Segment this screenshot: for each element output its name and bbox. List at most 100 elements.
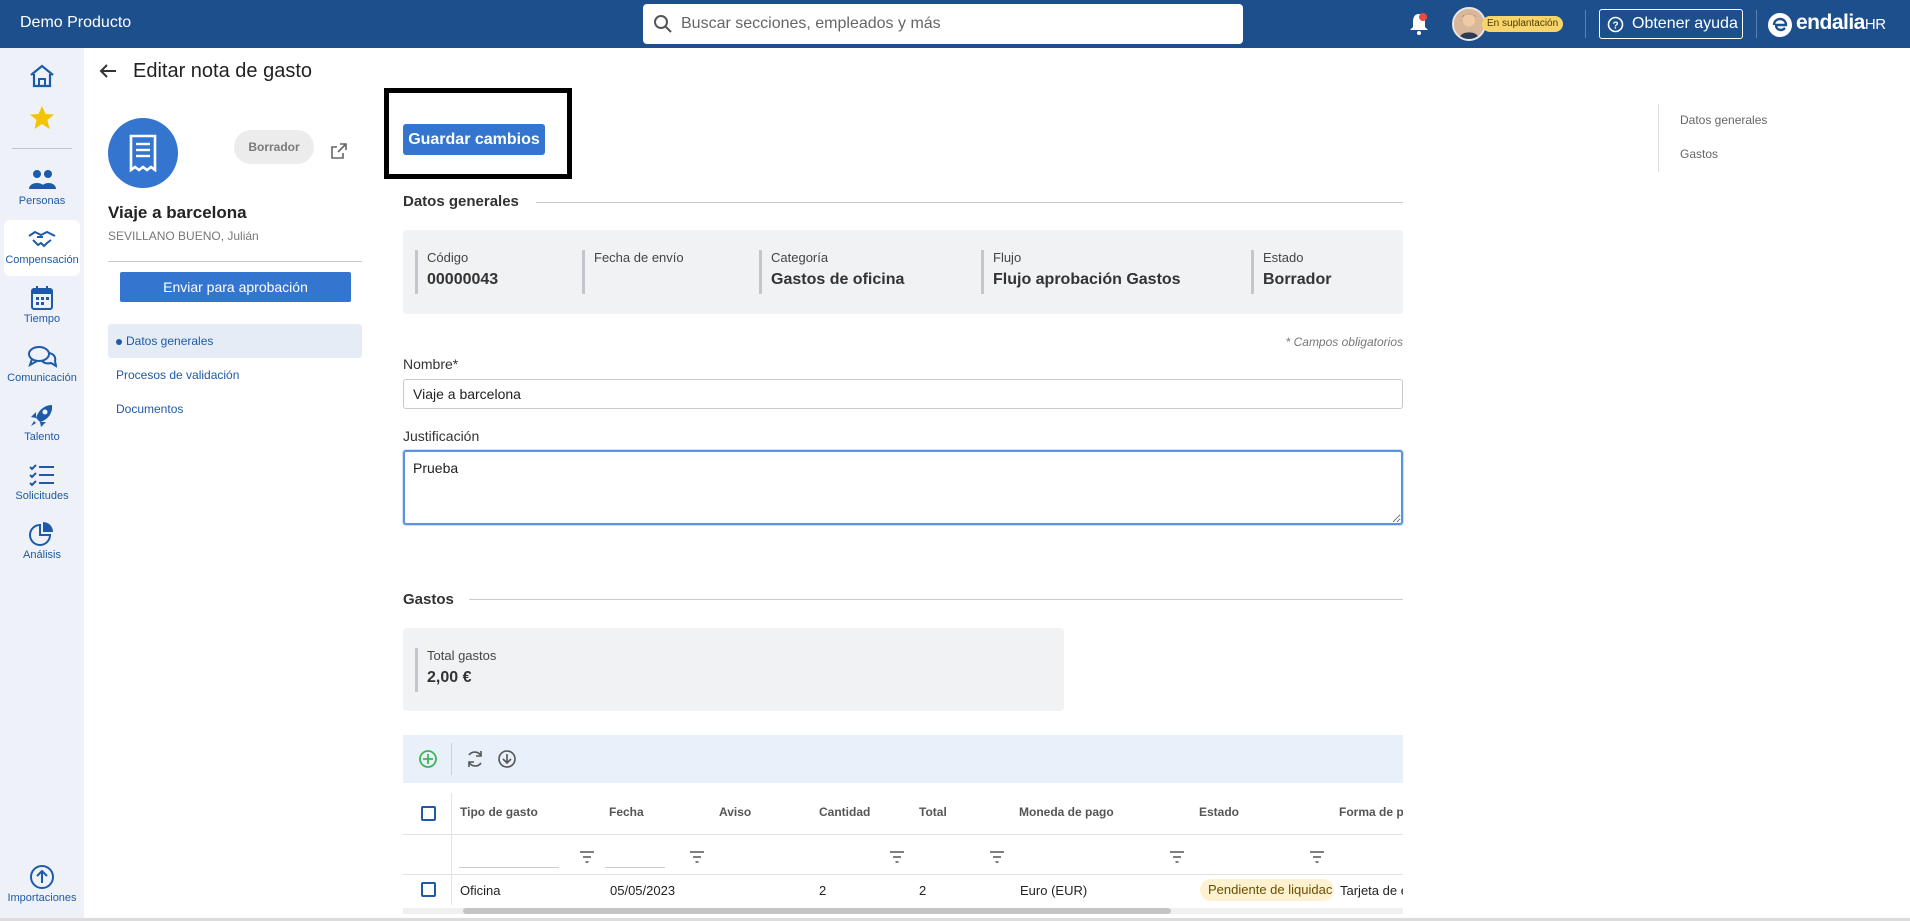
- brand-suffix: HR: [1864, 16, 1886, 33]
- search-input[interactable]: [681, 4, 1231, 44]
- external-link-icon[interactable]: [330, 142, 348, 160]
- toc-item-gastos[interactable]: Gastos: [1680, 147, 1718, 161]
- justification-label: Justificación: [403, 428, 480, 444]
- app-name[interactable]: Demo Producto: [20, 14, 131, 32]
- global-search[interactable]: [643, 4, 1243, 44]
- row-checkbox[interactable]: [421, 882, 436, 897]
- scrollbar-thumb[interactable]: [463, 908, 1171, 914]
- filter-icon[interactable]: [990, 851, 1004, 863]
- page-title: Editar nota de gasto: [133, 60, 313, 82]
- nav-label-personas: Personas: [18, 195, 66, 207]
- table-row[interactable]: Oficina 05/05/2023 2 2 Euro (EUR) Pendie…: [403, 875, 1403, 905]
- upload-icon: [30, 865, 54, 889]
- col-header-aviso[interactable]: Aviso: [719, 805, 751, 819]
- col-header-estado[interactable]: Estado: [1199, 805, 1239, 819]
- info-label: Fecha de envío: [594, 250, 684, 265]
- info-label: Código: [427, 250, 469, 265]
- justification-field[interactable]: Prueba: [403, 450, 1403, 525]
- search-icon: [654, 15, 672, 33]
- filter-icon[interactable]: [580, 851, 594, 863]
- help-button[interactable]: ? Obtener ayuda: [1599, 9, 1743, 39]
- col-header-tipo[interactable]: Tipo de gasto: [460, 805, 538, 819]
- nav-importaciones[interactable]: Importaciones: [4, 858, 80, 914]
- back-arrow-icon[interactable]: [98, 61, 118, 81]
- help-icon: ?: [1607, 16, 1624, 33]
- nav-analisis[interactable]: Análisis: [4, 515, 80, 571]
- active-dot: [116, 338, 122, 345]
- help-label: Obtener ayuda: [1632, 15, 1738, 32]
- section-divider: [536, 202, 1403, 203]
- grid-filter-row: [403, 835, 1403, 875]
- user-menu[interactable]: En suplantación: [1452, 7, 1566, 41]
- info-value: Flujo aprobación Gastos: [993, 271, 1181, 288]
- info-codigo: Código 00000043: [415, 250, 498, 294]
- nav-talento[interactable]: Talento: [4, 397, 80, 453]
- brand-name: endalia: [1796, 11, 1865, 34]
- bell-icon[interactable]: [1408, 12, 1430, 36]
- cell-fecha: 05/05/2023: [610, 883, 676, 898]
- cell-estado-badge: Pendiente de liquidac: [1200, 879, 1334, 901]
- star-icon: [30, 106, 54, 129]
- filter-input[interactable]: [605, 867, 665, 868]
- col-header-total[interactable]: Total: [919, 805, 947, 819]
- info-value: Borrador: [1263, 271, 1332, 288]
- horizontal-scrollbar[interactable]: [403, 908, 1403, 914]
- home-icon: [30, 64, 54, 88]
- total-expenses-box: Total gastos 2,00 €: [403, 628, 1064, 711]
- record-owner: SEVILLANO BUENO, Julián: [108, 229, 259, 243]
- nav-label-talento: Talento: [24, 431, 60, 443]
- col-header-forma[interactable]: Forma de pa: [1339, 805, 1403, 819]
- section-divider: [469, 599, 1403, 600]
- section-nav-procesos[interactable]: Procesos de validación: [108, 358, 362, 392]
- nav-label-compensacion: Compensación: [5, 254, 79, 266]
- section-nav-documentos[interactable]: Documentos: [108, 392, 362, 426]
- receipt-icon: [129, 134, 157, 172]
- nav-home[interactable]: [4, 56, 80, 96]
- nav-label-comunicacion: Comunicación: [7, 372, 77, 384]
- info-value: Gastos de oficina: [771, 271, 905, 288]
- nav-tiempo[interactable]: Tiempo: [4, 279, 80, 335]
- topbar-divider: [1756, 10, 1757, 38]
- download-icon[interactable]: [497, 749, 517, 769]
- section-nav-datos-generales[interactable]: Datos generales: [108, 324, 362, 358]
- nav-solicitudes[interactable]: Solicitudes: [4, 456, 80, 512]
- filter-input[interactable]: [459, 867, 559, 868]
- svg-text:?: ?: [1612, 21, 1618, 32]
- col-header-fecha[interactable]: Fecha: [609, 805, 644, 819]
- nav-personas[interactable]: Personas: [4, 161, 80, 217]
- nav-label-tiempo: Tiempo: [23, 313, 61, 325]
- name-label: Nombre*: [403, 356, 459, 372]
- col-header-moneda[interactable]: Moneda de pago: [1019, 805, 1114, 819]
- info-value: 00000043: [427, 271, 499, 288]
- impersonation-badge: En suplantación: [1482, 16, 1564, 32]
- info-label: Estado: [1263, 250, 1304, 265]
- col-header-cantidad[interactable]: Cantidad: [819, 805, 870, 819]
- filter-icon[interactable]: [1310, 851, 1324, 863]
- info-label: Categoría: [771, 250, 829, 265]
- info-label: Flujo: [993, 250, 1022, 265]
- nav-compensacion[interactable]: Compensación: [4, 220, 80, 276]
- filter-icon[interactable]: [690, 851, 704, 863]
- checklist-icon: [29, 464, 54, 487]
- status-badge: Borrador: [234, 130, 314, 164]
- info-estado: Estado Borrador: [1251, 250, 1331, 294]
- filter-icon[interactable]: [1170, 851, 1184, 863]
- info-fecha-envio: Fecha de envío: [582, 250, 684, 294]
- nav-comunicacion[interactable]: Comunicación: [4, 338, 80, 394]
- nav-favorites[interactable]: [4, 98, 80, 138]
- rocket-icon: [31, 405, 53, 427]
- left-nav: Personas Compensación Tiempo Comunicació…: [0, 48, 84, 921]
- name-field[interactable]: [403, 379, 1403, 409]
- send-for-approval-button[interactable]: Enviar para aprobación: [120, 272, 351, 302]
- pie-chart-icon: [29, 522, 53, 546]
- section-title-gastos: Gastos: [403, 591, 454, 608]
- cell-forma: Tarjeta de e: [1340, 883, 1403, 898]
- filter-icon[interactable]: [890, 851, 904, 863]
- save-button[interactable]: Guardar cambios: [403, 124, 545, 155]
- add-icon[interactable]: [418, 749, 438, 769]
- refresh-icon[interactable]: [465, 749, 485, 769]
- toc-item-datos-generales[interactable]: Datos generales: [1680, 113, 1767, 127]
- info-flujo: Flujo Flujo aprobación Gastos: [981, 250, 1181, 294]
- required-fields-note: * Campos obligatorios: [1285, 335, 1403, 349]
- select-all-checkbox[interactable]: [421, 806, 436, 821]
